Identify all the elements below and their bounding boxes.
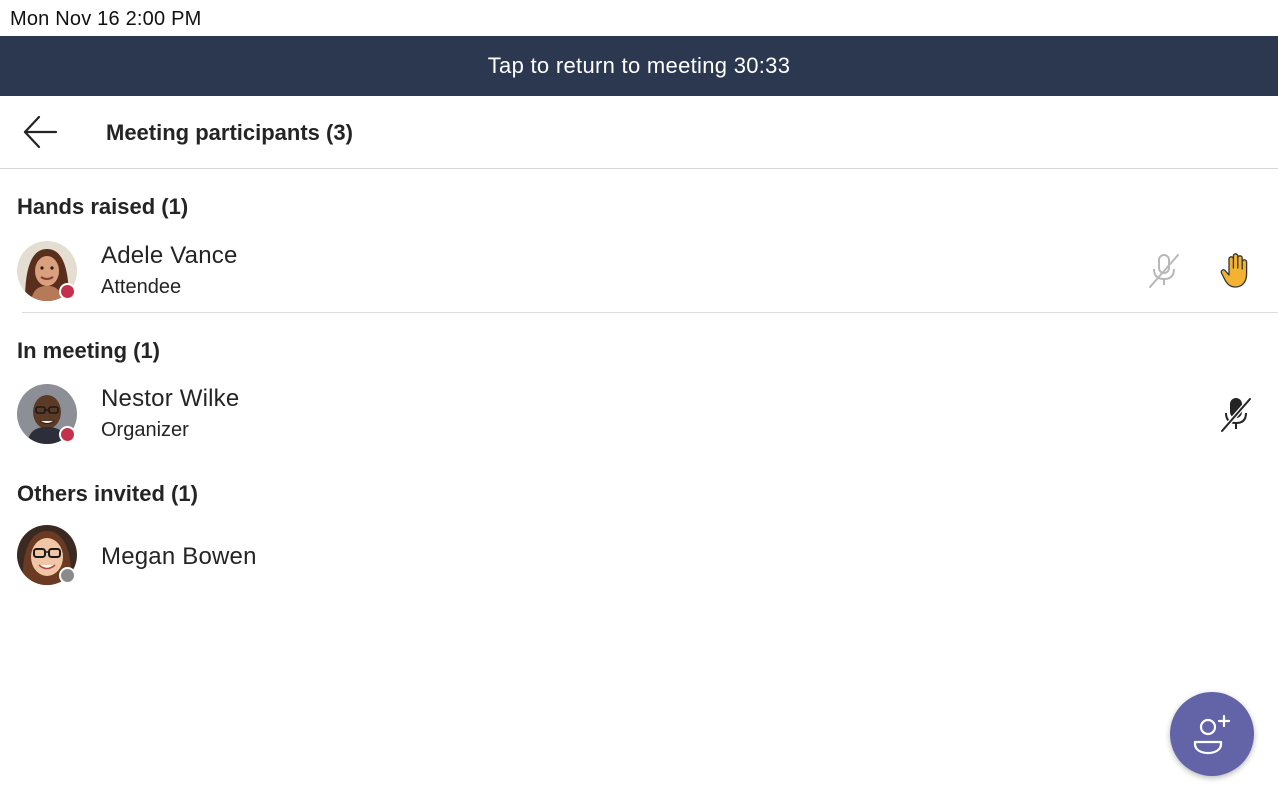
participant-name: Adele Vance (101, 242, 238, 269)
mic-off-icon (1149, 254, 1179, 288)
section-title-hands-raised: Hands raised (1) (17, 194, 189, 219)
back-button[interactable] (18, 112, 62, 152)
participant-row-nestor-wilke[interactable]: Nestor Wilke Organizer (0, 378, 1278, 450)
presence-busy-indicator (59, 283, 76, 300)
participant-role: Attendee (101, 276, 182, 298)
presence-offline-indicator (59, 567, 76, 584)
return-to-meeting-text: Tap to return to meeting 30:33 (487, 53, 791, 78)
participant-name: Megan Bowen (101, 543, 257, 570)
add-person-icon (1193, 714, 1231, 755)
add-participant-button[interactable] (1170, 692, 1254, 776)
page-header: Meeting participants (3) (0, 96, 1278, 169)
mic-off-button[interactable] (1216, 394, 1256, 434)
participant-row-adele-vance[interactable]: Adele Vance Attendee (0, 235, 1278, 307)
section-title-in-meeting: In meeting (1) (17, 338, 161, 363)
participant-role: Organizer (101, 419, 189, 441)
arrow-left-icon (23, 115, 58, 149)
return-to-meeting-banner[interactable]: Tap to return to meeting 30:33 (0, 36, 1278, 96)
mic-off-button[interactable] (1144, 250, 1184, 290)
raised-hand-icon (1220, 253, 1248, 288)
raised-hand-button[interactable] (1216, 250, 1256, 290)
participant-name: Nestor Wilke (101, 385, 240, 412)
status-bar: Mon Nov 16 2:00 PM (0, 0, 1278, 36)
section-divider (22, 312, 1278, 313)
presence-busy-indicator (59, 426, 76, 443)
mic-off-icon (1219, 396, 1253, 434)
status-time: Mon Nov 16 2:00 PM (10, 8, 202, 30)
page-title: Meeting participants (3) (106, 120, 353, 145)
participant-row-megan-bowen[interactable]: Megan Bowen (0, 519, 1278, 591)
section-title-others-invited: Others invited (1) (17, 481, 198, 506)
